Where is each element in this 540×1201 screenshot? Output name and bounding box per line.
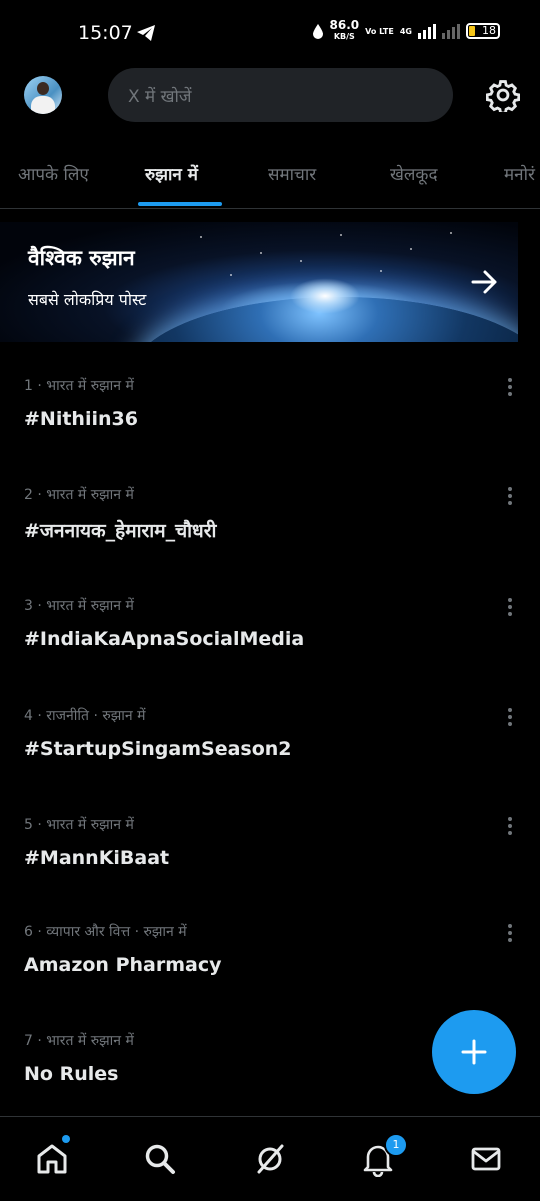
- tab-for-you[interactable]: आपके लिए: [18, 162, 89, 185]
- signal-2-icon: [442, 23, 460, 39]
- more-options-icon[interactable]: [500, 706, 520, 728]
- battery-level: 18: [482, 24, 496, 37]
- status-indicators: 86.0 KB/S Vo LTE 4G 18: [312, 18, 500, 42]
- trend-item[interactable]: 2 · भारत में रुझान में #जननायक_हेमाराम_च…: [0, 485, 540, 593]
- tab-sports[interactable]: खेलकूद: [390, 162, 438, 185]
- more-options-icon[interactable]: [500, 815, 520, 837]
- trend-name: #IndiaKaApnaSocialMedia: [24, 628, 305, 650]
- trend-item[interactable]: 4 · राजनीति · रुझान में #StartupSingamSe…: [0, 706, 540, 814]
- grok-icon[interactable]: [252, 1141, 288, 1177]
- global-trends-banner[interactable]: वैश्विक रुझान सबसे लोकप्रिय पोस्ट: [0, 222, 518, 342]
- search-placeholder: X में खोजें: [128, 86, 192, 107]
- avatar[interactable]: [24, 76, 62, 114]
- volte-indicator: Vo LTE: [365, 26, 394, 36]
- messages-icon[interactable]: [468, 1141, 504, 1177]
- trend-name: #StartupSingamSeason2: [24, 738, 292, 760]
- trend-meta: 4 · राजनीति · रुझान में: [24, 708, 146, 724]
- compose-post-button[interactable]: [432, 1010, 516, 1094]
- trend-name: No Rules: [24, 1063, 119, 1085]
- trend-meta: 2 · भारत में रुझान में: [24, 487, 134, 503]
- status-bar: 15:07 86.0 KB/S Vo LTE 4G 18: [0, 0, 540, 62]
- trend-name: #MannKiBaat: [24, 847, 170, 869]
- banner-title: वैश्विक रुझान: [28, 246, 135, 270]
- status-time: 15:07: [78, 22, 133, 44]
- trend-item[interactable]: 3 · भारत में रुझान में #IndiaKaApnaSocia…: [0, 596, 540, 704]
- trend-name: #Nithiin36: [24, 408, 138, 430]
- trend-item[interactable]: 1 · भारत में रुझान में #Nithiin36: [0, 376, 540, 484]
- more-options-icon[interactable]: [500, 596, 520, 618]
- settings-gear-icon[interactable]: [486, 78, 520, 112]
- trend-meta: 3 · भारत में रुझान में: [24, 598, 134, 614]
- explore-tabs: आपके लिए रुझान में समाचार खेलकूद मनोरं: [0, 142, 540, 209]
- search-input[interactable]: X में खोजें: [108, 68, 453, 122]
- trend-item[interactable]: 5 · भारत में रुझान में #MannKiBaat: [0, 815, 540, 923]
- trend-meta: 5 · भारत में रुझान में: [24, 817, 134, 833]
- search-icon[interactable]: [142, 1141, 178, 1177]
- battery-icon: 18: [466, 23, 500, 39]
- bottom-navigation: 1: [0, 1116, 540, 1201]
- notification-count-badge: 1: [384, 1133, 408, 1157]
- trend-meta: 1 · भारत में रुझान में: [24, 378, 134, 394]
- signal-icon: [418, 23, 436, 39]
- home-new-dot: [62, 1135, 70, 1143]
- more-options-icon[interactable]: [500, 485, 520, 507]
- network-type: 4G: [399, 26, 412, 36]
- trend-name: #जननायक_हेमाराम_चौधरी: [24, 520, 217, 542]
- tab-trending[interactable]: रुझान में: [145, 162, 198, 185]
- active-tab-indicator: [138, 202, 222, 206]
- net-speed: 86.0 KB/S: [329, 18, 360, 41]
- banner-subtitle: सबसे लोकप्रिय पोस्ट: [28, 290, 147, 309]
- more-options-icon[interactable]: [500, 376, 520, 398]
- data-saver-icon: [312, 24, 323, 39]
- arrow-right-icon[interactable]: [470, 268, 500, 296]
- trend-meta: 6 · व्यापार और वित्त · रुझान में: [24, 924, 187, 940]
- trend-name: Amazon Pharmacy: [24, 954, 222, 976]
- telegram-icon: [137, 25, 155, 41]
- trend-meta: 7 · भारत में रुझान में: [24, 1033, 134, 1049]
- plus-icon: [461, 1039, 487, 1065]
- more-options-icon[interactable]: [500, 922, 520, 944]
- tab-entertainment[interactable]: मनोरं: [504, 162, 535, 185]
- home-icon[interactable]: [34, 1141, 70, 1177]
- tab-news[interactable]: समाचार: [268, 162, 316, 185]
